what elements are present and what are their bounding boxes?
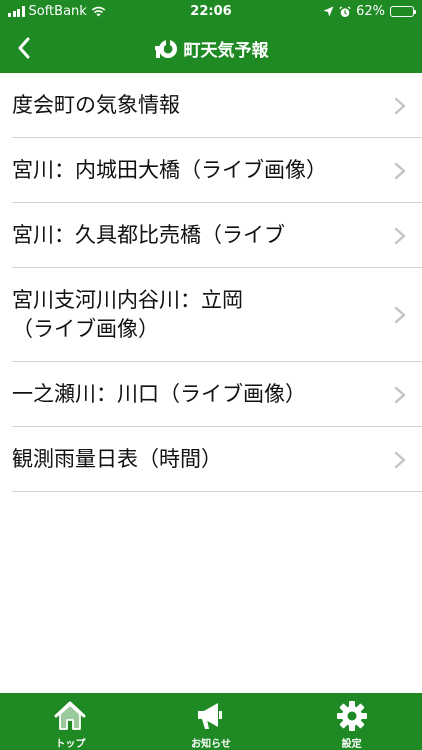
tab-bar: トップ お知らせ 設定	[0, 693, 422, 750]
megaphone-icon	[198, 703, 222, 729]
header: SoftBank 22:06 62% 町天気予報	[0, 0, 422, 73]
chevron-right-icon	[394, 227, 406, 244]
alarm-clock-icon	[339, 5, 351, 17]
list-item-tachioka-live[interactable]: 宮川支河川内谷川：立岡 （ライブ画像）	[0, 268, 422, 362]
chevron-right-icon	[394, 451, 406, 468]
chevron-right-icon	[394, 162, 406, 179]
list-item-kugutsuhime-bridge-live[interactable]: 宮川：久具都比売橋（ライブ	[0, 203, 422, 268]
tab-top[interactable]: トップ	[0, 693, 141, 750]
tab-label: お知らせ	[191, 739, 231, 750]
chevron-right-icon	[394, 306, 406, 324]
list-item-label: 宮川：久具都比売橋（ライブ	[12, 223, 285, 247]
list-item-label: 宮川支河川内谷川：立岡 （ライブ画像）	[12, 286, 243, 344]
app-screen: SoftBank 22:06 62% 町天気予報 度会町の気象情報 宮川：内城田…	[0, 0, 422, 750]
list-item-uchikida-bridge-live[interactable]: 宮川：内城田大橋（ライブ画像）	[0, 138, 422, 203]
list-item-label: 宮川：内城田大橋（ライブ画像）	[12, 158, 327, 182]
page-title: 町天気予報	[183, 41, 269, 61]
list-item-label: 観測雨量日表（時間）	[12, 447, 222, 471]
list-item-label: 度会町の気象情報	[12, 93, 180, 117]
location-arrow-icon	[323, 6, 334, 17]
list-item-label-line1: 宮川支河川内谷川：立岡	[12, 288, 243, 312]
chevron-right-icon	[394, 386, 406, 403]
list-item-label: 一之瀬川：川口（ライブ画像）	[12, 382, 306, 406]
list-item-weather-info[interactable]: 度会町の気象情報	[0, 73, 422, 138]
list-item-label-line2: （ライブ画像）	[12, 317, 159, 341]
gear-icon	[336, 701, 367, 731]
battery-icon	[390, 6, 416, 17]
status-bar: SoftBank 22:06 62%	[0, 0, 422, 24]
nav-title-group: 町天気予報	[0, 24, 422, 73]
chevron-right-icon	[394, 97, 406, 114]
tab-label: 設定	[341, 739, 362, 750]
list-item-kawaguchi-live[interactable]: 一之瀬川：川口（ライブ画像）	[0, 362, 422, 427]
nav-bar: 町天気予報	[0, 24, 422, 73]
tab-label: トップ	[55, 739, 86, 750]
battery-percent: 62%	[356, 4, 385, 19]
menu-list: 度会町の気象情報 宮川：内城田大橋（ライブ画像） 宮川：久具都比売橋（ライブ 宮…	[0, 73, 422, 492]
home-icon	[54, 701, 86, 730]
tab-settings[interactable]: 設定	[281, 693, 422, 750]
status-right: 62%	[323, 4, 416, 19]
list-item-rainfall-table[interactable]: 観測雨量日表（時間）	[0, 427, 422, 492]
tab-news[interactable]: お知らせ	[141, 693, 282, 750]
town-logo-icon	[154, 39, 177, 58]
